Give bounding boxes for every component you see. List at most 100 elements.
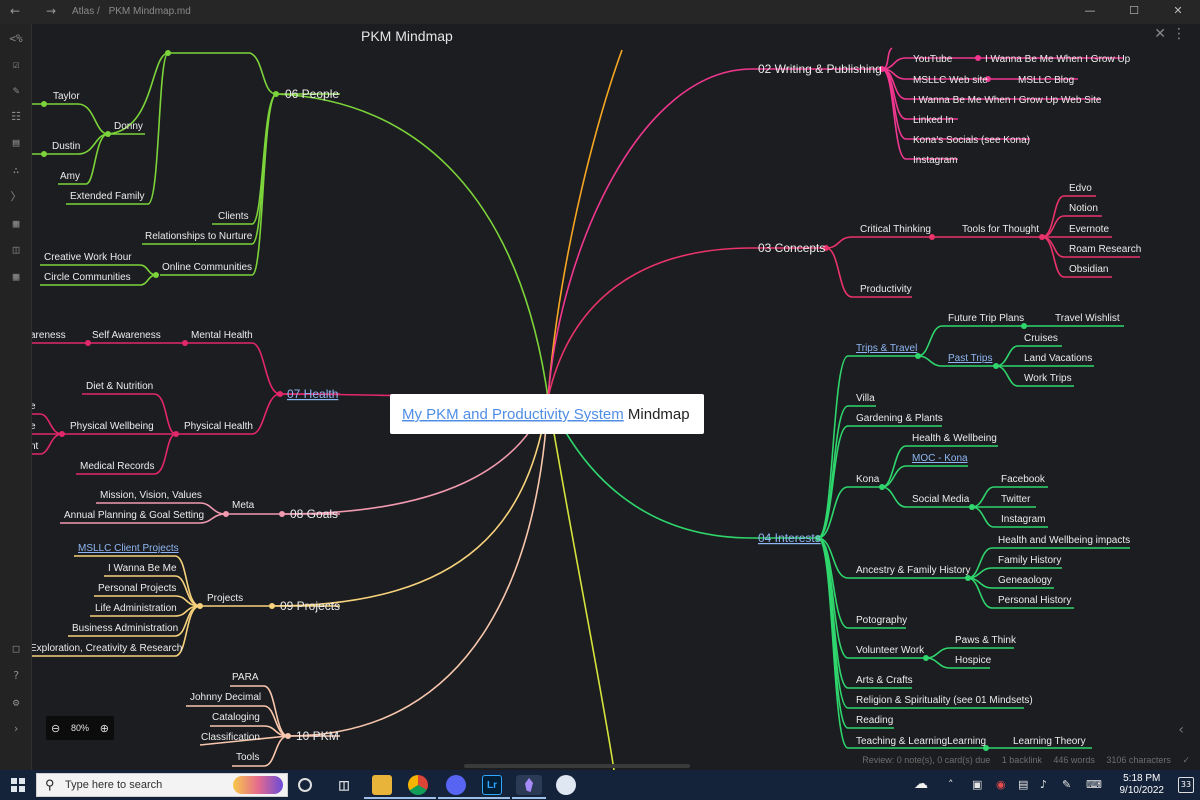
node-clients[interactable]: Clients [218,211,249,222]
node-reading[interactable]: Reading [856,715,893,726]
arrow-left-icon[interactable]: ← [10,4,20,18]
node-business-administration[interactable]: Business Administration [72,623,178,634]
node-exploration[interactable]: Exploration, Creativity & Research [32,643,182,654]
node-trips-travel[interactable]: Trips & Travel [856,343,917,354]
node-para[interactable]: PARA [232,672,259,683]
collapse-icon[interactable]: <% [9,32,23,46]
node-annual-planning[interactable]: Annual Planning & Goal Setting [64,510,204,521]
node-productivity[interactable]: Productivity [860,284,912,295]
close-icon[interactable]: ✕ [1156,0,1200,24]
lightroom-icon[interactable]: Lr [482,775,502,795]
mindmap-view[interactable]: My PKM and Productivity System Mindmap 0… [32,24,1200,770]
branch-writing[interactable]: 02 Writing & Publishing [758,62,882,76]
status-review[interactable]: Review: 0 note(s), 0 card(s) due [862,755,990,765]
node-gardening[interactable]: Gardening & Plants [856,413,943,424]
root-node-label[interactable]: My PKM and Productivity System Mindmap [402,406,690,423]
node-awareness-cut[interactable]: areness [32,330,66,341]
node-photography[interactable]: Potography [856,615,907,626]
panel-icon[interactable]: ◫ [9,243,23,257]
node-genealogy[interactable]: Geneaology [998,575,1052,586]
node-amy[interactable]: Amy [60,171,80,182]
pen-icon[interactable]: ✎ [1062,778,1071,791]
task-view-icon[interactable]: ◫ [334,775,354,795]
arrow-right-icon[interactable]: → [46,4,56,18]
windows-start-icon[interactable] [11,778,25,792]
node-evernote[interactable]: Evernote [1069,224,1109,235]
volume-icon[interactable]: ♪ [1040,778,1047,791]
node-land-vacations[interactable]: Land Vacations [1024,353,1092,364]
node-family-history[interactable]: Family History [998,555,1061,566]
zoom-in-icon[interactable]: ⊕ [100,722,109,735]
node-volunteer-work[interactable]: Volunteer Work [856,645,925,656]
node-msllc-client-projects[interactable]: MSLLC Client Projects [78,543,179,554]
node-cut-3[interactable]: nt [32,441,39,452]
monitor-icon[interactable]: ▣ [972,778,982,791]
node-facebook[interactable]: Facebook [1001,474,1046,485]
clock[interactable]: 5:18 PM 9/10/2022 [1120,773,1165,797]
maximize-icon[interactable]: ☐ [1112,0,1156,24]
node-wannabe-web[interactable]: I Wanna Be Me When I Grow Up Web Site [913,95,1102,106]
node-extended-family[interactable]: Extended Family [70,191,144,202]
node-youtube[interactable]: YouTube [913,54,953,65]
node-health-wellbeing[interactable]: Health & Wellbeing [912,433,997,444]
settings-icon[interactable]: ⚙ [9,696,23,710]
node-instagram-kona[interactable]: Instagram [1001,514,1045,525]
file-explorer-icon[interactable] [372,775,392,795]
node-medical-records[interactable]: Medical Records [80,461,154,472]
node-notion[interactable]: Notion [1069,203,1098,214]
node-travel-wishlist[interactable]: Travel Wishlist [1055,313,1120,324]
node-arts-crafts[interactable]: Arts & Crafts [856,675,913,686]
node-hospice[interactable]: Hospice [955,655,992,666]
more-vertical-icon[interactable]: ⋮ [1172,26,1186,42]
node-johnny-decimal[interactable]: Johnny Decimal [190,692,261,703]
shield-icon[interactable]: ◉ [996,778,1006,791]
node-paws-think[interactable]: Paws & Think [955,635,1017,646]
node-work-trips[interactable]: Work Trips [1024,373,1072,384]
node-instagram-writing[interactable]: Instagram [913,155,957,166]
node-dustin[interactable]: Dustin [52,141,80,152]
node-roam-research[interactable]: Roam Research [1069,244,1141,255]
node-kona-socials[interactable]: Kona's Socials (see Kona) [913,135,1030,146]
close-icon[interactable]: ✕ [1154,26,1166,42]
vault-icon[interactable]: □ [9,642,23,656]
node-online-communities[interactable]: Online Communities [162,262,252,273]
node-moc-kona[interactable]: MOC - Kona [912,453,968,464]
node-relationships[interactable]: Relationships to Nurture [145,231,253,242]
notification-icon[interactable]: 33 [1178,777,1194,793]
breadcrumb-item-file[interactable]: PKM Mindmap.md [109,6,191,17]
node-mental-health[interactable]: Mental Health [191,330,253,341]
node-health-impacts[interactable]: Health and Wellbeing impacts [998,535,1130,546]
graph-icon[interactable]: ∴ [9,164,23,178]
minimize-icon[interactable]: — [1068,0,1112,24]
calendar-icon[interactable]: ▦ [9,270,23,284]
zoom-out-icon[interactable]: ⊖ [51,722,60,735]
node-twitter[interactable]: Twitter [1001,494,1031,505]
root-node-link[interactable]: My PKM and Productivity System [402,406,624,423]
node-cut-1[interactable]: e [32,401,36,412]
node-past-trips[interactable]: Past Trips [948,353,992,364]
node-classification[interactable]: Classification [201,732,260,743]
branch-goals[interactable]: 08 Goals [290,507,338,521]
node-kona[interactable]: Kona [856,474,880,485]
node-mission[interactable]: Mission, Vision, Values [100,490,202,501]
branch-people[interactable]: 06 People [285,87,339,101]
terminal-icon[interactable]: 〉 [9,190,23,204]
weather-icon[interactable]: ☁ [914,776,928,792]
node-ancestry[interactable]: Ancestry & Family History [856,565,970,576]
note-icon[interactable]: ▤ [9,136,23,150]
files-icon[interactable]: ☷ [9,110,23,124]
node-villa[interactable]: Villa [856,393,875,404]
tag-icon[interactable]: ✎ [9,84,23,98]
node-critical-thinking[interactable]: Critical Thinking [860,224,931,235]
node-cruises[interactable]: Cruises [1024,333,1058,344]
branch-concepts[interactable]: 03 Concepts [758,241,825,255]
taskbar-search-input[interactable]: ⚲ Type here to search [36,773,288,797]
node-donny[interactable]: Donny [114,121,143,132]
node-life-administration[interactable]: Life Administration [95,603,177,614]
node-personal-history[interactable]: Personal History [998,595,1071,606]
node-projects[interactable]: Projects [207,593,243,604]
status-backlinks[interactable]: 1 backlink [1002,755,1042,765]
node-linkedin[interactable]: Linked In [913,115,954,126]
node-personal-projects[interactable]: Personal Projects [98,583,176,594]
node-tools[interactable]: Tools [236,752,259,763]
